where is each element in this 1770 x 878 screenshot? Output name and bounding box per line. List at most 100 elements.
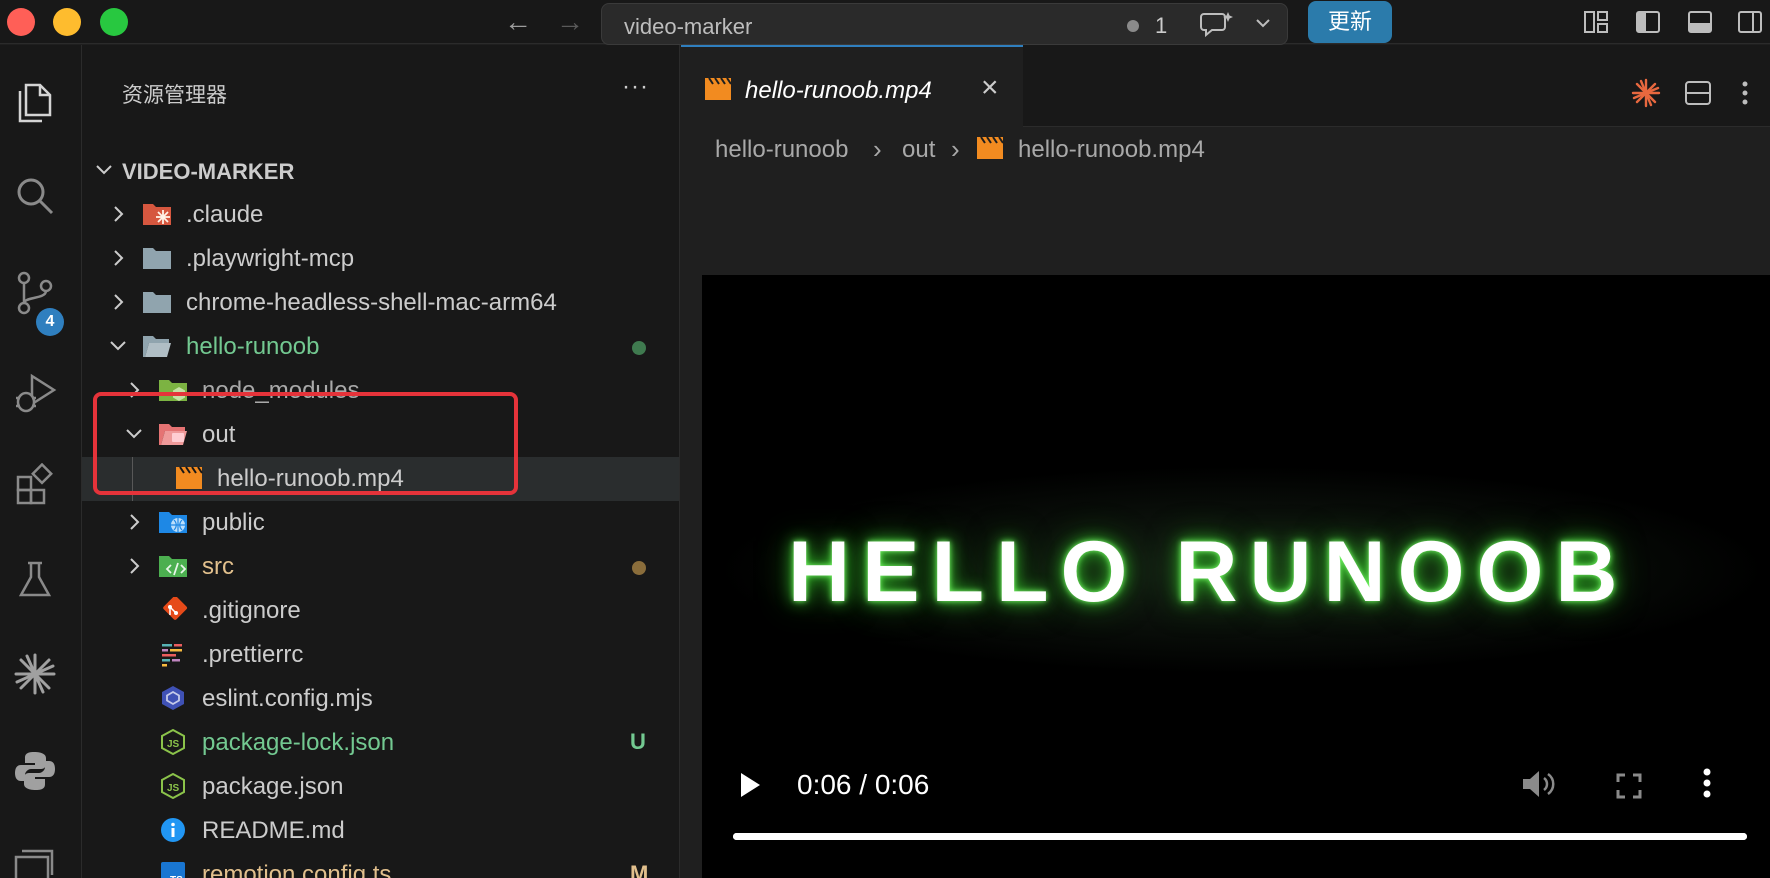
window-close-button[interactable] <box>7 8 35 36</box>
tree-item-hello-runoob[interactable]: hello-runoob <box>82 325 679 369</box>
folder-open-icon <box>143 336 171 357</box>
tree-item-playwright-mcp[interactable]: .playwright-mcp <box>82 237 679 281</box>
tab-label: hello-runoob.mp4 <box>745 77 932 104</box>
python-icon[interactable] <box>12 748 58 794</box>
breadcrumb-item[interactable]: hello-runoob <box>715 136 848 164</box>
more-actions-icon[interactable] <box>1733 78 1757 108</box>
claude-folder-icon <box>143 204 171 225</box>
tree-item-label: hello-runoob <box>186 333 320 360</box>
split-editor-icon[interactable] <box>1683 78 1713 108</box>
chevron-right-icon: › <box>951 134 960 164</box>
remote-explorer-icon[interactable] <box>12 843 58 878</box>
video-time: 0:06 / 0:06 <box>797 769 930 800</box>
tree-item-label: remotion.config.ts <box>202 861 392 878</box>
run-debug-icon[interactable] <box>12 370 58 416</box>
git-file-icon <box>163 597 188 620</box>
tree-item-claude[interactable]: .claude <box>82 193 679 237</box>
problems-count: 1 <box>1155 13 1168 38</box>
problems-dot-icon <box>1127 20 1139 32</box>
chevron-down-icon <box>110 341 126 351</box>
fullscreen-icon[interactable] <box>1616 773 1642 799</box>
git-status-untracked: U <box>630 729 646 754</box>
breadcrumb-item[interactable]: hello-runoob.mp4 <box>1018 136 1205 164</box>
tree-item-label: eslint.config.mjs <box>202 685 373 712</box>
tree-item-src[interactable]: src <box>82 545 679 589</box>
title-bar: ← → video-marker 1 更新 <box>0 0 1770 45</box>
extensions-icon[interactable] <box>12 463 58 509</box>
source-control-badge: 4 <box>36 308 64 336</box>
tree-item-label: chrome-headless-shell-mac-arm64 <box>186 289 557 316</box>
tab-hello-runoob-mp4[interactable]: hello-runoob.mp4 × <box>681 45 1023 127</box>
volume-icon[interactable] <box>1520 769 1556 799</box>
video-frame-text: HELLO RUNOOB <box>788 524 1630 620</box>
tree-root-label: VIDEO-MARKER <box>122 159 295 184</box>
video-file-icon <box>977 136 1004 159</box>
chevron-right-icon <box>130 514 140 530</box>
tree-item-label: README.md <box>202 817 345 844</box>
folder-icon <box>143 248 171 269</box>
explorer-icon[interactable] <box>12 79 58 125</box>
tree-item-prettierrc[interactable]: .prettierrc <box>82 633 679 677</box>
forward-arrow-icon[interactable]: → <box>556 8 584 36</box>
claude-sparkle-icon[interactable] <box>12 651 58 697</box>
video-player[interactable]: HELLO RUNOOB 0:06 / 0:06 <box>702 275 1770 878</box>
video-progress-bar[interactable] <box>733 833 1747 840</box>
tree-item-label: package-lock.json <box>202 729 395 756</box>
tree-item-label: .playwright-mcp <box>186 245 355 272</box>
tree-item-label: .prettierrc <box>202 641 304 668</box>
tree-item-package-lock[interactable]: JS package-lock.json U <box>82 721 679 765</box>
video-progress-fill <box>733 833 1747 840</box>
source-folder-icon <box>159 556 187 577</box>
testing-flask-icon[interactable] <box>12 557 58 603</box>
editor-tab-bar: hello-runoob.mp4 × <box>681 45 1770 127</box>
folder-icon <box>143 292 171 313</box>
chevron-right-icon <box>130 558 140 574</box>
claude-sparkle-icon[interactable] <box>1631 78 1661 108</box>
tree-item-label: .gitignore <box>202 597 301 624</box>
chevron-right-icon: › <box>873 134 882 164</box>
chevron-down-icon[interactable] <box>1254 14 1272 32</box>
back-arrow-icon[interactable]: ← <box>504 8 532 36</box>
tree-item-chrome-headless-shell[interactable]: chrome-headless-shell-mac-arm64 <box>82 281 679 325</box>
chat-sparkle-icon[interactable] <box>1200 10 1234 38</box>
svg-text:JS: JS <box>167 739 180 750</box>
chevron-right-icon <box>114 250 124 266</box>
toggle-primary-sidebar-icon[interactable] <box>1634 8 1662 36</box>
tree-item-label: package.json <box>202 773 344 800</box>
tree-item-readme[interactable]: README.md <box>82 809 679 853</box>
explorer-title: 资源管理器 <box>122 84 227 107</box>
more-actions-icon[interactable]: ··· <box>622 73 649 101</box>
tree-item-label: .claude <box>186 201 264 228</box>
tree-item-label: src <box>202 553 234 580</box>
breadcrumb-item[interactable]: out <box>902 136 935 164</box>
tree-item-remotion-config[interactable]: TS remotion.config.ts M <box>82 853 679 878</box>
window-maximize-button[interactable] <box>100 8 128 36</box>
chevron-right-icon <box>114 294 124 310</box>
tree-item-gitignore[interactable]: .gitignore <box>82 589 679 633</box>
command-center[interactable]: video-marker 1 <box>601 3 1288 45</box>
tree-item-public[interactable]: public <box>82 501 679 545</box>
search-icon[interactable] <box>12 173 58 219</box>
git-status-modified: M <box>630 861 649 878</box>
chevron-down-icon <box>96 165 112 175</box>
tree-item-label: public <box>202 509 265 536</box>
info-file-icon <box>161 818 185 842</box>
prettier-file-icon <box>162 644 182 667</box>
customize-layout-icon[interactable] <box>1582 8 1610 36</box>
tree-item-eslint-config[interactable]: eslint.config.mjs <box>82 677 679 721</box>
more-options-icon[interactable] <box>1702 767 1712 799</box>
video-file-icon <box>705 77 732 100</box>
git-status-dot-icon <box>632 561 646 575</box>
eslint-file-icon <box>162 686 184 710</box>
close-icon[interactable]: × <box>981 73 999 103</box>
update-button[interactable]: 更新 <box>1308 1 1392 43</box>
nodejs-file-icon: JS <box>161 729 185 755</box>
tree-item-package-json[interactable]: JS package.json <box>82 765 679 809</box>
play-icon[interactable] <box>738 771 762 799</box>
window-minimize-button[interactable] <box>53 8 81 36</box>
highlight-annotation-box <box>93 392 518 495</box>
nodejs-file-icon: JS <box>161 773 185 799</box>
tree-root-folder[interactable]: VIDEO-MARKER <box>82 149 679 193</box>
toggle-secondary-sidebar-icon[interactable] <box>1736 8 1764 36</box>
toggle-panel-icon[interactable] <box>1686 8 1714 36</box>
